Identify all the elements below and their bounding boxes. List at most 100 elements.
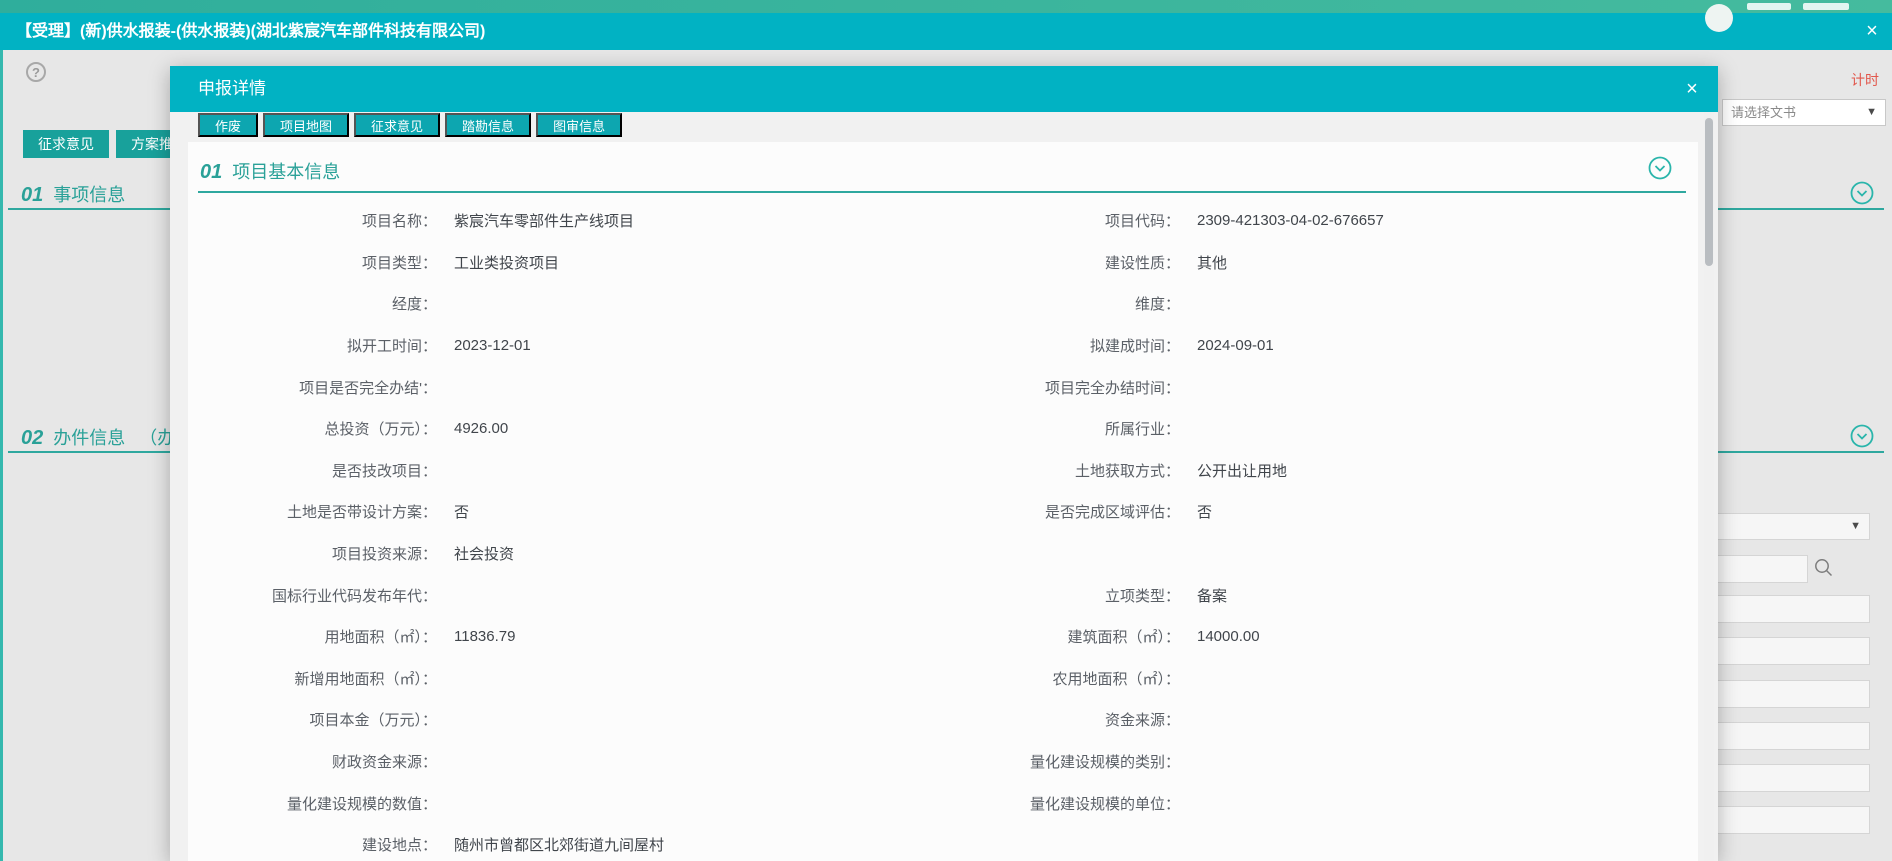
field-label: 土地是否带设计方案	[200, 501, 437, 522]
tab-void[interactable]: 作废	[198, 113, 258, 137]
form-field: 所属行业	[940, 418, 1698, 439]
form-field: 拟建成时间 2024-09-01	[940, 335, 1698, 356]
search-icon[interactable]	[1812, 556, 1835, 579]
form-field: 量化建设规模的数值	[188, 793, 940, 814]
tab-survey-info[interactable]: 踏勘信息	[445, 113, 531, 137]
field-value: 紫宸汽车零部件生产线项目	[454, 210, 634, 231]
form-field: 土地获取方式公开出让用地	[940, 460, 1698, 481]
tab-project-map[interactable]: 项目地图	[263, 113, 349, 137]
declaration-detail-modal: 申报详情 × 作废项目地图征求意见踏勘信息图审信息 01项目基本信息 项目名称紫…	[170, 66, 1718, 861]
form-field: 项目本金（万元）	[188, 709, 940, 730]
field-label: 资金来源	[940, 709, 1180, 730]
field-value: 2309-421303-04-02-676657	[1197, 212, 1384, 229]
form-row: 财政资金来源 量化建设规模的类别	[188, 741, 1698, 783]
form-field: 项目类型工业类投资项目	[188, 252, 940, 273]
section-title: 办件信息	[53, 428, 125, 448]
form-field: 量化建设规模的单位	[940, 793, 1698, 814]
field-label: 土地获取方式	[940, 460, 1180, 481]
field-label: 量化建设规模的类别	[940, 751, 1180, 772]
text-input[interactable]	[1700, 764, 1870, 792]
section-title: 事项信息	[53, 185, 125, 205]
field-label: 建设地点	[200, 834, 437, 855]
form-field: 农用地面积（㎡）	[940, 668, 1698, 689]
collapse-chevron-icon[interactable]	[1850, 424, 1874, 448]
modal-scrollbar[interactable]	[1704, 112, 1714, 861]
window-close-icon[interactable]: ×	[1860, 19, 1884, 43]
text-input[interactable]	[1700, 637, 1870, 665]
form-row: 建设地点随州市曾都区北郊街道九间屋村	[188, 824, 1698, 861]
avatar[interactable]	[1705, 4, 1733, 32]
collapse-chevron-icon[interactable]	[1850, 181, 1874, 205]
chevron-down-icon: ▼	[1850, 514, 1861, 539]
form-row: 总投资（万元） 4926.00 所属行业	[188, 408, 1698, 450]
help-icon[interactable]: ?	[26, 62, 46, 82]
field-label: 项目类型	[200, 252, 437, 273]
field-label: 所属行业	[940, 418, 1180, 439]
form-row: 国标行业代码发布年代 立项类型备案	[188, 574, 1698, 616]
field-value: 4926.00	[454, 420, 508, 437]
field-label: 项目本金（万元）	[200, 709, 437, 730]
form-field: 项目代码 2309-421303-04-02-676657	[940, 210, 1698, 231]
field-label: 总投资（万元）	[200, 418, 437, 439]
form-row: 项目是否完全办结'项目完全办结时间	[188, 366, 1698, 408]
form-field: 用地面积（㎡）11836.79	[188, 626, 940, 647]
field-label: 新增用地面积（㎡）	[200, 668, 437, 689]
form-field: 总投资（万元） 4926.00	[188, 418, 940, 439]
form-row: 经度维度	[188, 283, 1698, 325]
chevron-down-icon: ▼	[1866, 100, 1877, 125]
text-input[interactable]	[1700, 595, 1870, 623]
form-row: 项目投资来源社会投资	[188, 533, 1698, 575]
project-info-form: 项目名称紫宸汽车零部件生产线项目项目代码 2309-421303-04-02-67…	[188, 200, 1698, 861]
document-select-value: 请选择文书	[1731, 100, 1796, 125]
text-input[interactable]	[1700, 806, 1870, 834]
field-value: 14000.00	[1197, 628, 1260, 645]
field-label: 用地面积（㎡）	[200, 626, 437, 647]
tab-seek-opinions[interactable]: 征求意见	[354, 113, 440, 137]
text-input[interactable]	[1700, 722, 1870, 750]
field-value: 备案	[1197, 585, 1227, 606]
field-label: 项目投资来源	[200, 543, 437, 564]
field-label: 拟开工时间	[200, 335, 437, 356]
field-label: 立项类型	[940, 585, 1180, 606]
seek-opinions-button[interactable]: 征求意见	[23, 130, 109, 158]
form-field: 立项类型备案	[940, 585, 1698, 606]
collapse-chevron-icon[interactable]	[1648, 156, 1672, 180]
field-label: 量化建设规模的数值	[200, 793, 437, 814]
scrollbar-thumb[interactable]	[1705, 118, 1713, 266]
field-value: 2024-09-01	[1197, 337, 1274, 354]
form-field: 项目是否完全办结'	[188, 377, 940, 398]
section-header-case-info: 02办件信息（办	[21, 424, 175, 450]
form-field: 财政资金来源	[188, 751, 940, 772]
modal-close-icon[interactable]: ×	[1680, 77, 1704, 101]
tab-drawing-review[interactable]: 图审信息	[536, 113, 622, 137]
form-row: 用地面积（㎡）11836.79建筑面积（㎡） 14000.00	[188, 616, 1698, 658]
form-field: 拟开工时间 2023-12-01	[188, 335, 940, 356]
field-value: 2023-12-01	[454, 337, 531, 354]
field-value: 其他	[1197, 252, 1227, 273]
field-label: 财政资金来源	[200, 751, 437, 772]
form-field: 国标行业代码发布年代	[188, 585, 940, 606]
form-field: 经度	[188, 293, 940, 314]
form-field: 是否技改项目	[188, 460, 940, 481]
field-value: 否	[454, 501, 469, 522]
section-number: 01	[200, 161, 222, 183]
case-dropdown[interactable]: ▼	[1700, 513, 1870, 540]
section-number: 02	[21, 427, 43, 449]
document-select[interactable]: 请选择文书 ▼	[1722, 99, 1886, 126]
field-label: 量化建设规模的单位	[940, 793, 1180, 814]
form-field: 是否完成区域评估否	[940, 501, 1698, 522]
field-label: 建设性质	[940, 252, 1180, 273]
window-title-bar: 【受理】(新)供水报装-(供水报装)(湖北紫宸汽车部件科技有限公司) ×	[0, 13, 1892, 50]
section-header-project-basic-info: 01项目基本信息	[200, 158, 340, 184]
form-field: 项目名称紫宸汽车零部件生产线项目	[188, 210, 940, 231]
timer-label: 计时	[1851, 70, 1879, 90]
field-label: 国标行业代码发布年代	[200, 585, 437, 606]
section-number: 01	[21, 184, 43, 206]
text-input[interactable]	[1700, 680, 1870, 708]
field-label: 建筑面积（㎡）	[940, 626, 1180, 647]
form-field: 资金来源	[940, 709, 1698, 730]
field-label: 拟建成时间	[940, 335, 1180, 356]
field-label: 项目代码	[940, 210, 1180, 231]
form-field: 量化建设规模的类别	[940, 751, 1698, 772]
page-left-accent	[0, 50, 3, 861]
